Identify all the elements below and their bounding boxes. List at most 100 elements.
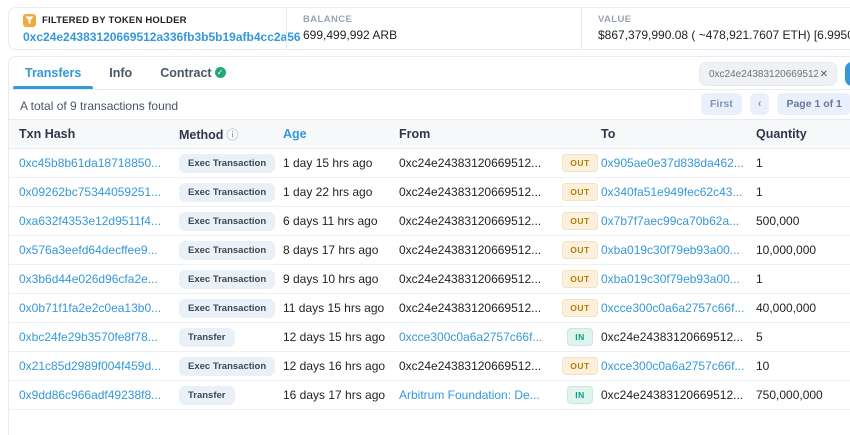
prev-page-button[interactable]: ‹ [750,93,770,115]
txn-hash-link[interactable]: 0xbc24fe29b3570fe8f78... [19,330,158,344]
direction-badge: IN [567,328,593,346]
value-section: VALUE $867,379,990.08 ( ~478,921.7607 ET… [581,8,850,49]
table-row: 0xbc24fe29b3570fe8f78... Transfer 12 day… [9,323,850,352]
transfers-tbody: 0xc45b8b61da18718850... Exec Transaction… [9,149,850,410]
quantity-cell: 750,000,000 [756,388,850,402]
address-search: ✕ [699,62,850,86]
quantity-cell: 1 [756,185,850,199]
table-header: Txn Hash Methodⓘ Age From To Quantity [9,119,850,149]
page-indicator: Page 1 of 1 [777,93,850,115]
header-method-label: Method [179,128,223,142]
txn-hash-link[interactable]: 0x3b6d44e026d96cfa2e... [19,272,158,286]
tab-info[interactable]: Info [95,57,146,89]
method-badge: Exec Transaction [179,154,275,173]
filtered-by-label: FILTERED BY TOKEN HOLDER [42,15,187,26]
direction-badge: OUT [562,299,597,317]
contract-verified-icon: ✓ [215,67,226,78]
tab-bar: Transfers Info Contract✓ ✕ [9,57,850,90]
search-button[interactable] [845,62,850,86]
table-row: 0x3b6d44e026d96cfa2e... Exec Transaction… [9,265,850,294]
balance-label: BALANCE [303,14,581,25]
txn-hash-link[interactable]: 0xc45b8b61da18718850... [19,156,161,170]
method-badge: Exec Transaction [179,212,275,231]
age-cell: 16 days 17 hrs ago [283,388,399,402]
age-cell: 1 day 15 hrs ago [283,156,399,170]
tab-contract[interactable]: Contract✓ [146,57,239,89]
results-summary: A total of 9 transactions found [20,99,178,113]
to-address[interactable]: 0x340fa51e949fec62c43... [601,185,742,199]
direction-badge: OUT [562,357,597,375]
to-address: 0xc24e24383120669512... [601,330,743,344]
to-address[interactable]: 0x7b7f7aec99ca70b62a... [601,214,739,228]
method-badge: Transfer [179,386,235,405]
first-page-button[interactable]: First [701,93,742,115]
table-row: 0xa632f4353e12d9511f4... Exec Transactio… [9,207,850,236]
txn-hash-link[interactable]: 0x0b71f1fa2e2c0ea13b0... [19,301,161,315]
clear-search-button[interactable]: ✕ [818,69,830,80]
method-info-icon[interactable]: ⓘ [226,128,238,142]
from-address: 0xc24e24383120669512... [399,214,541,228]
from-address: 0xc24e24383120669512... [399,272,541,286]
direction-badge: OUT [562,212,597,230]
to-address[interactable]: 0x905ae0e37d838da462... [601,156,744,170]
from-address: 0xc24e24383120669512... [399,301,541,315]
header-to: To [601,127,756,141]
value-value: $867,379,990.08 ( ~478,921.7607 ETH) [6.… [598,28,850,42]
method-badge: Exec Transaction [179,183,275,202]
from-address: 0xc24e24383120669512... [399,185,541,199]
direction-badge: OUT [562,154,597,172]
to-address[interactable]: 0xba019c30f79eb93a00... [601,272,740,286]
from-address: 0xc24e24383120669512... [399,243,541,257]
quantity-cell: 1 [756,156,850,170]
quantity-cell: 10 [756,359,850,373]
filtered-by-section: FILTERED BY TOKEN HOLDER 0xc24e243831206… [9,8,286,49]
balance-value: 699,499,992 ARB [303,28,581,42]
header-age[interactable]: Age [283,127,399,141]
age-cell: 1 day 22 hrs ago [283,185,399,199]
quantity-cell: 1 [756,272,850,286]
value-label: VALUE [598,14,850,25]
txn-hash-link[interactable]: 0x9dd86c966adf49238f8... [19,388,161,402]
direction-badge: OUT [562,241,597,259]
table-row: 0x09262bc75344059251... Exec Transaction… [9,178,850,207]
transfers-card: Transfers Info Contract✓ ✕ A total of 9 … [8,56,850,435]
tab-transfers[interactable]: Transfers [11,57,95,89]
method-badge: Exec Transaction [179,299,275,318]
method-badge: Exec Transaction [179,270,275,289]
header-from: From [399,127,559,141]
filter-summary-bar: FILTERED BY TOKEN HOLDER 0xc24e243831206… [8,7,850,50]
txn-hash-link[interactable]: 0x21c85d2989f004f459d... [19,359,161,373]
table-row: 0x0b71f1fa2e2c0ea13b0... Exec Transactio… [9,294,850,323]
direction-badge: IN [567,386,593,404]
table-row: 0x9dd86c966adf49238f8... Transfer 16 day… [9,381,850,410]
to-address[interactable]: 0xcce300c0a6a2757c66f... [601,359,744,373]
header-method: Methodⓘ [179,126,283,143]
from-address[interactable]: 0xcce300c0a6a2757c66f... [399,330,542,344]
filter-funnel-icon [23,14,36,27]
table-row: 0xc45b8b61da18718850... Exec Transaction… [9,149,850,178]
txn-hash-link[interactable]: 0xa632f4353e12d9511f4... [19,214,161,228]
age-cell: 9 days 10 hrs ago [283,272,399,286]
search-field-wrap: ✕ [699,62,837,86]
to-address: 0xc24e24383120669512... [601,388,743,402]
balance-section: BALANCE 699,499,992 ARB [286,8,581,49]
txn-hash-link[interactable]: 0x09262bc75344059251... [19,185,161,199]
page: FILTERED BY TOKEN HOLDER 0xc24e243831206… [0,0,850,435]
quantity-cell: 500,000 [756,214,850,228]
search-input[interactable] [709,69,818,80]
method-badge: Exec Transaction [179,241,275,260]
method-badge: Exec Transaction [179,357,275,376]
header-quantity: Quantity [756,127,850,141]
from-address: 0xc24e24383120669512... [399,359,541,373]
age-cell: 6 days 11 hrs ago [283,214,399,228]
header-txn-hash: Txn Hash [19,127,179,141]
txn-hash-link[interactable]: 0x576a3eefd64decffee9... [19,243,158,257]
quantity-cell: 40,000,000 [756,301,850,315]
age-cell: 12 days 16 hrs ago [283,359,399,373]
to-address[interactable]: 0xcce300c0a6a2757c66f... [601,301,744,315]
filtered-address-link[interactable]: 0xc24e24383120669512a336fb3b5b19afb4cc2a… [23,30,301,44]
to-address[interactable]: 0xba019c30f79eb93a00... [601,243,740,257]
quantity-cell: 10,000,000 [756,243,850,257]
direction-badge: OUT [562,183,597,201]
from-address[interactable]: Arbitrum Foundation: De... [399,388,540,402]
